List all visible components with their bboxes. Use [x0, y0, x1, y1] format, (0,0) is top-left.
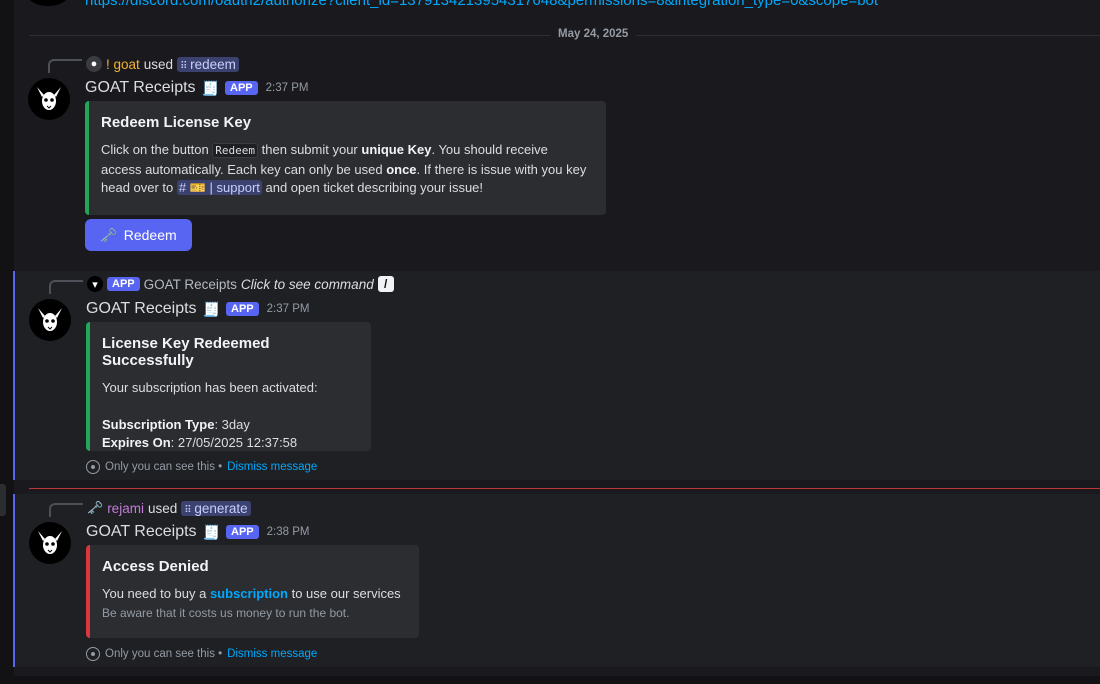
ephemeral-text: Only you can see this • [105, 648, 223, 660]
timestamp[interactable]: 2:37 PM [266, 82, 309, 94]
embed-title: Access Denied [102, 558, 209, 575]
key-icon: 🗝️ [100, 226, 118, 243]
subscription-type-line: Subscription Type: 3day [102, 416, 355, 435]
message-header: GOAT Receipts 🧾 APP 2:38 PM [86, 523, 309, 541]
desc-text: then submit your [258, 142, 362, 157]
author-name[interactable]: GOAT Receipts [85, 79, 196, 97]
slash-command-redeem[interactable]: ⠿ redeem [177, 56, 239, 72]
goat-skull-icon [38, 308, 62, 331]
slash-command-icon[interactable]: / [377, 276, 394, 292]
bold-text: unique Key [361, 142, 432, 157]
embed-description: Click on the button Redeem then submit y… [101, 141, 590, 198]
embed-access-denied: Access Denied You need to buy a subscrip… [86, 545, 419, 638]
reply-spine [48, 59, 82, 73]
reply-spine [49, 280, 83, 294]
dismiss-message-link[interactable]: Dismiss message [227, 648, 317, 660]
command-icon: ⠿ [184, 504, 191, 516]
reply-used-text: used [143, 56, 174, 72]
app-tag: APP [226, 525, 259, 539]
embed-description: Your subscription has been activated: Su… [102, 379, 355, 453]
eye-icon [86, 460, 100, 474]
author-name[interactable]: GOAT Receipts [86, 300, 197, 318]
message-redeemed: ▾ APP GOAT Receipts Click to see command… [13, 271, 1100, 480]
value-text: : 27/05/2025 12:37:58 [170, 435, 298, 450]
message-redeem: ● ! goat used ⠿ redeem GOAT Receipts 🧾 A… [14, 50, 1100, 260]
left-rail [0, 0, 14, 684]
embed-title: Redeem License Key [101, 114, 252, 131]
desc-text: to use our services [287, 586, 401, 601]
date-divider-label: May 24, 2025 [550, 28, 637, 40]
command-icon: ⠿ [180, 60, 187, 72]
previous-avatar[interactable] [29, 0, 67, 6]
inline-code: Redeem [212, 143, 259, 158]
command-name: generate [194, 500, 248, 516]
reply-preview[interactable]: 🗝️ rejami used ⠿ generate [87, 498, 251, 518]
user-avatar[interactable]: ● [86, 56, 102, 72]
reply-preview[interactable]: ▾ APP GOAT Receipts Click to see command… [87, 274, 394, 294]
embed-redeemed: License Key Redeemed Successfully Your s… [86, 322, 371, 451]
new-messages-divider [29, 488, 1100, 489]
receipt-icon: 🧾 [202, 300, 220, 317]
reply-username[interactable]: rejami [107, 501, 144, 516]
embed-description: You need to buy a subscription to use ou… [102, 585, 403, 622]
key-icon: 🗝️ [87, 500, 104, 515]
app-tag: APP [226, 302, 259, 316]
bot-avatar[interactable] [28, 78, 70, 120]
desc-text: You need to buy a [102, 586, 210, 601]
oauth-link[interactable]: https://discord.com/oauth2/authorize?cli… [85, 0, 878, 9]
goat-skull-icon [37, 87, 61, 110]
redeem-button[interactable]: 🗝️ Redeem [85, 219, 192, 251]
expires-line: Expires On: 27/05/2025 12:37:58 [102, 434, 355, 453]
reply-username[interactable]: GOAT Receipts [144, 277, 237, 292]
bottom-bar [14, 676, 1100, 684]
subtext-line: Be aware that it costs us money to run t… [102, 605, 350, 620]
bot-avatar[interactable] [29, 299, 71, 341]
message-access-denied: 🗝️ rejami used ⠿ generate GOAT Receipts … [13, 494, 1100, 667]
click-to-see-command[interactable]: Click to see command [241, 277, 374, 292]
bold-text: Subscription Type [102, 416, 215, 432]
reply-preview[interactable]: ● ! goat used ⠿ redeem [86, 54, 239, 74]
app-tag: APP [107, 277, 140, 291]
message-header: GOAT Receipts 🧾 APP 2:37 PM [85, 79, 308, 97]
ephemeral-text: Only you can see this • [105, 461, 223, 473]
desc-text: and open ticket describing your issue! [261, 180, 484, 195]
receipt-icon: 🧾 [202, 523, 220, 540]
embed-title: License Key Redeemed Successfully [102, 335, 270, 369]
receipt-icon: 🧾 [201, 79, 219, 96]
timestamp[interactable]: 2:38 PM [267, 526, 310, 538]
redeem-button-label: Redeem [123, 227, 177, 243]
reply-spine [49, 503, 83, 517]
embed-redeem: Redeem License Key Click on the button R… [85, 101, 606, 215]
goat-skull-icon [38, 531, 62, 554]
desc-text: Click on the button [101, 142, 213, 157]
eye-icon [86, 647, 100, 661]
channel-mention-support[interactable]: # 🎫 | support [176, 180, 262, 195]
dismiss-message-link[interactable]: Dismiss message [227, 461, 317, 473]
timestamp[interactable]: 2:37 PM [267, 303, 310, 315]
reply-username[interactable]: ! goat [106, 57, 140, 72]
ephemeral-note: Only you can see this • Dismiss message [86, 647, 317, 661]
slash-command-generate[interactable]: ⠿ generate [181, 500, 251, 516]
bot-mini-avatar[interactable]: ▾ [87, 276, 103, 292]
rail-handle[interactable] [0, 484, 6, 516]
value-text: : 3day [214, 416, 250, 432]
bold-text: Expires On [102, 435, 171, 450]
bot-avatar[interactable] [29, 522, 71, 564]
bold-text: once [386, 161, 417, 177]
reply-used-text: used [147, 500, 178, 516]
message-header: GOAT Receipts 🧾 APP 2:37 PM [86, 300, 309, 318]
subscription-link[interactable]: subscription [210, 586, 288, 601]
app-tag: APP [225, 81, 258, 95]
ephemeral-note: Only you can see this • Dismiss message [86, 460, 317, 474]
desc-line: Your subscription has been activated: [102, 380, 318, 395]
author-name[interactable]: GOAT Receipts [86, 523, 197, 541]
command-name: redeem [190, 56, 236, 72]
